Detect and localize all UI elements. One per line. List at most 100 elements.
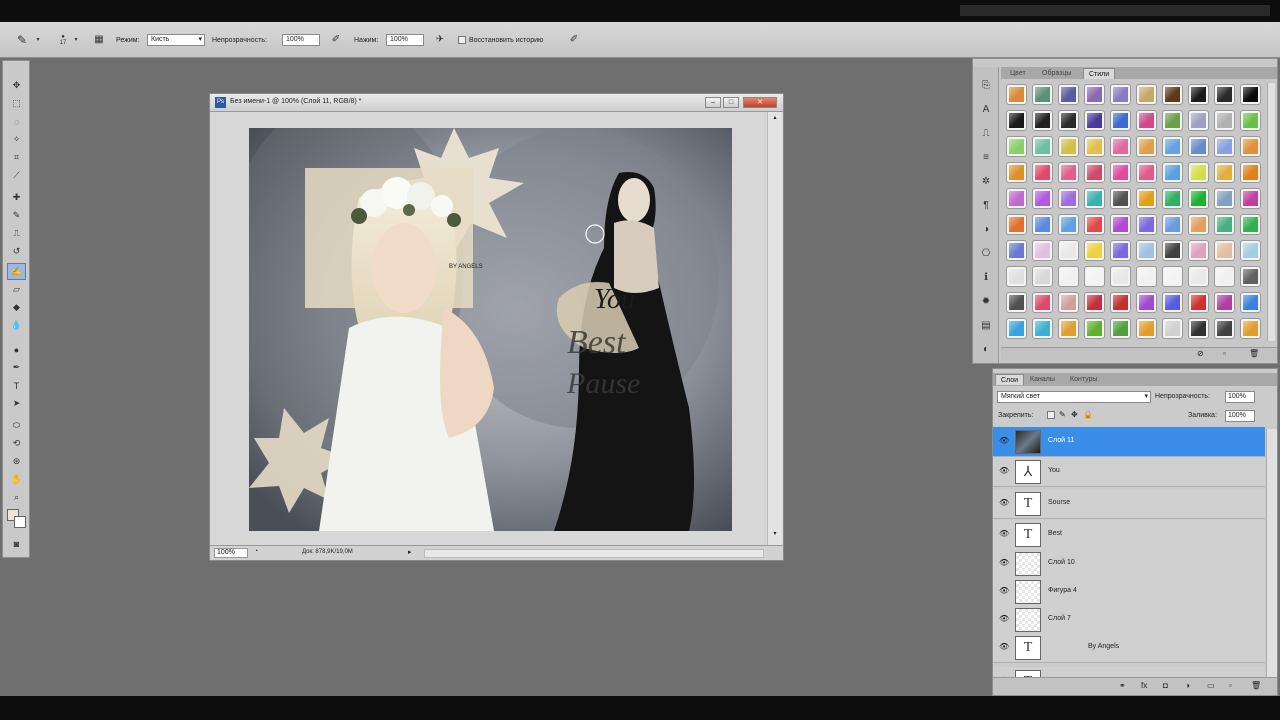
style-swatch[interactable] [1136, 136, 1157, 157]
character-panel-icon[interactable]: A [978, 101, 994, 117]
style-swatch[interactable] [1136, 240, 1157, 261]
style-swatch[interactable] [1110, 110, 1131, 131]
layers-scrollbar[interactable] [1266, 429, 1277, 677]
paint-bucket-tool-icon[interactable]: ◆ [7, 299, 26, 316]
layer-style-icon[interactable]: fx [1141, 681, 1147, 690]
style-swatch[interactable] [1240, 162, 1261, 183]
move-tool-icon[interactable]: ✥ [7, 77, 26, 94]
style-swatch[interactable] [1240, 110, 1261, 131]
history-panel-icon[interactable]: ⎘ [978, 77, 994, 93]
style-swatch[interactable] [1006, 214, 1027, 235]
style-swatch[interactable] [1032, 214, 1053, 235]
lock-all-icon[interactable]: 🔒 [1083, 410, 1093, 419]
quick-mask-icon[interactable]: ◙ [7, 535, 26, 552]
brush-tool-icon[interactable]: ✎ [7, 207, 26, 224]
layer-row[interactable]: 👁 T Best [993, 520, 1265, 550]
style-swatch[interactable] [1188, 162, 1209, 183]
adjustment-layer-icon[interactable]: ◑ [1185, 681, 1190, 690]
opacity-field[interactable]: 100% [282, 34, 320, 46]
healing-brush-tool-icon[interactable]: ✚ [7, 189, 26, 206]
layer-row[interactable]: 👁 Фигура 4 [993, 577, 1265, 607]
style-swatch[interactable] [1136, 318, 1157, 339]
visibility-eye-icon[interactable]: 👁 [999, 559, 1009, 567]
tab-swatches[interactable]: Образцы [1037, 68, 1076, 79]
maximize-button[interactable]: □ [723, 97, 739, 108]
style-swatch[interactable] [1136, 266, 1157, 287]
status-icon[interactable]: ◔ [254, 548, 264, 558]
style-swatch[interactable] [1110, 240, 1131, 261]
style-swatch[interactable] [1084, 292, 1105, 313]
style-swatch[interactable] [1006, 110, 1027, 131]
style-swatch[interactable] [1240, 188, 1261, 209]
style-swatch[interactable] [1136, 188, 1157, 209]
style-swatch[interactable] [1240, 266, 1261, 287]
path-select-tool-icon[interactable]: ➤ [7, 395, 26, 412]
style-swatch[interactable] [1188, 318, 1209, 339]
styles-scrollbar[interactable] [1267, 83, 1275, 341]
flow-field[interactable]: 100% [386, 34, 424, 46]
style-swatch[interactable] [1110, 188, 1131, 209]
style-swatch[interactable] [1162, 292, 1183, 313]
pen-tool-icon[interactable]: ✒ [7, 359, 26, 376]
vertical-scrollbar[interactable]: ▴ ▾ [767, 112, 782, 545]
3d-orbit-tool-icon[interactable]: ⊛ [7, 453, 26, 470]
style-swatch[interactable] [1006, 188, 1027, 209]
style-swatch[interactable] [1214, 240, 1235, 261]
3d-panel-icon[interactable]: ✹ [978, 293, 994, 309]
style-swatch[interactable] [1188, 214, 1209, 235]
tab-layers[interactable]: Слои [995, 374, 1025, 385]
history-checkbox[interactable] [458, 36, 466, 44]
masks-panel-icon[interactable]: ◐ [978, 341, 994, 357]
visibility-eye-icon[interactable]: 👁 [999, 643, 1009, 651]
style-swatch[interactable] [1110, 136, 1131, 157]
mode-select[interactable]: Кисть ▾ [147, 34, 205, 46]
style-swatch[interactable] [1058, 292, 1079, 313]
visibility-eye-icon[interactable]: 👁 [999, 530, 1009, 538]
style-swatch[interactable] [1162, 240, 1183, 261]
style-swatch[interactable] [1084, 214, 1105, 235]
paragraph-panel-icon[interactable]: ¶ [978, 197, 994, 213]
style-swatch[interactable] [1110, 162, 1131, 183]
document-canvas[interactable]: You Best Pause BY ANGELS [249, 128, 732, 531]
style-swatch[interactable] [1084, 240, 1105, 261]
navigator-panel-icon[interactable]: ⎔ [978, 245, 994, 261]
style-swatch[interactable] [1006, 292, 1027, 313]
style-swatch[interactable] [1162, 84, 1183, 105]
layer-row[interactable]: 👁 Слой 10 [993, 549, 1265, 579]
close-button[interactable]: ✕ [743, 97, 777, 108]
blend-mode-select[interactable]: Мягкий свет ▾ [997, 391, 1151, 403]
style-swatch[interactable] [1136, 214, 1157, 235]
layer-row[interactable]: 👁 ⅄ You [993, 457, 1265, 487]
layer-row[interactable]: 👁TФигура [993, 667, 1265, 677]
clone-stamp-tool-icon[interactable]: ⎍ [7, 225, 26, 242]
new-layer-icon[interactable]: ▫ [1229, 681, 1232, 690]
style-swatch[interactable] [1188, 110, 1209, 131]
style-swatch[interactable] [1162, 318, 1183, 339]
style-swatch[interactable] [1006, 266, 1027, 287]
scroll-up-icon[interactable]: ▴ [770, 114, 780, 124]
link-layers-icon[interactable]: ⚭ [1119, 681, 1126, 690]
brush-size-picker[interactable]: ● 17 [56, 30, 70, 50]
style-swatch[interactable] [1136, 110, 1157, 131]
visibility-eye-icon[interactable]: 👁 [999, 467, 1009, 475]
tab-color[interactable]: Цвет [1005, 68, 1031, 79]
visibility-eye-icon[interactable]: 👁 [999, 587, 1009, 595]
style-swatch[interactable] [1058, 318, 1079, 339]
style-swatch[interactable] [1240, 214, 1261, 235]
lock-transparency-icon[interactable] [1047, 411, 1055, 419]
style-swatch[interactable] [1214, 84, 1235, 105]
style-swatch[interactable] [1188, 84, 1209, 105]
style-swatch[interactable] [1188, 136, 1209, 157]
style-swatch[interactable] [1188, 292, 1209, 313]
background-color-swatch[interactable] [14, 516, 26, 528]
style-swatch[interactable] [1110, 318, 1131, 339]
brush-panel-icon[interactable]: ▦ [92, 33, 106, 46]
brush-tool-preset-icon[interactable]: ✎ [12, 32, 32, 48]
fill-field[interactable]: 100% [1225, 410, 1255, 422]
style-swatch[interactable] [1162, 266, 1183, 287]
visibility-eye-icon[interactable]: 👁 [999, 437, 1009, 445]
visibility-eye-icon[interactable]: 👁 [999, 615, 1009, 623]
add-mask-icon[interactable]: ◘ [1163, 681, 1168, 690]
visibility-eye-icon[interactable]: 👁 [999, 499, 1009, 507]
style-swatch[interactable] [1214, 162, 1235, 183]
